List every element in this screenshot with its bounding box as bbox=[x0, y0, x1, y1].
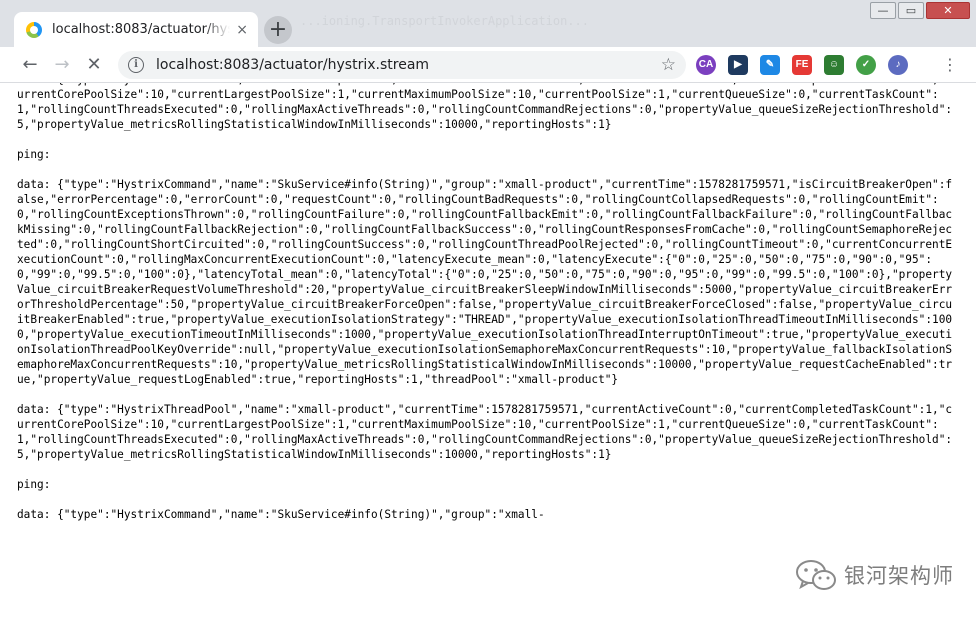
browser-toolbar: ← → ✕ i localhost:8083/actuator/hystrix.… bbox=[0, 47, 976, 83]
tab-title: localhost:8083/actuator/hystrix.stream bbox=[52, 22, 230, 37]
stream-data-line: data: {"type":"HystrixCommand","name":"S… bbox=[17, 178, 953, 386]
stop-loading-button[interactable]: ✕ bbox=[82, 53, 106, 77]
bookmark-extension-icon[interactable]: ▶ bbox=[728, 55, 748, 75]
fe-extension-icon[interactable]: FE bbox=[792, 55, 812, 75]
maximize-button[interactable]: ▭ bbox=[898, 2, 924, 19]
site-info-icon[interactable]: i bbox=[128, 57, 144, 73]
extensions-bar: CA ▶ ✎ FE ☺ ✓ ♪ bbox=[696, 55, 920, 75]
ping-line: ping: bbox=[17, 478, 51, 491]
translate-extension-icon[interactable]: ✎ bbox=[760, 55, 780, 75]
active-tab[interactable]: localhost:8083/actuator/hystrix.stream × bbox=[14, 12, 258, 47]
browser-menu-icon[interactable]: ⋮ bbox=[942, 54, 958, 76]
background-tab-ghost-text: ...ioning.TransportInvokerApplication... bbox=[300, 14, 589, 28]
tab-close-icon[interactable]: × bbox=[236, 23, 248, 37]
wechat-logo-icon bbox=[796, 560, 836, 590]
bookmark-star-icon[interactable]: ☆ bbox=[661, 55, 676, 75]
music-extension-icon[interactable]: ♪ bbox=[888, 55, 908, 75]
page-content: data: {"type":"HystrixThreadPool","name"… bbox=[0, 83, 976, 617]
back-button[interactable]: ← bbox=[18, 53, 42, 77]
url-text[interactable]: localhost:8083/actuator/hystrix.stream bbox=[156, 57, 429, 73]
ca-extension-icon[interactable]: CA bbox=[696, 55, 716, 75]
address-bar[interactable]: i localhost:8083/actuator/hystrix.stream… bbox=[118, 51, 686, 79]
window-controls: — ▭ ✕ bbox=[868, 2, 970, 19]
stream-data-line: data: {"type":"HystrixCommand","name":"S… bbox=[17, 508, 545, 521]
minimize-button[interactable]: — bbox=[870, 2, 896, 19]
stream-data-line: data: {"type":"HystrixThreadPool","name"… bbox=[17, 403, 953, 461]
stream-data-line: data: {"type":"HystrixThreadPool","name"… bbox=[17, 83, 953, 131]
favicon-icon bbox=[26, 21, 42, 38]
close-window-button[interactable]: ✕ bbox=[926, 2, 970, 19]
browser-title-bar: localhost:8083/actuator/hystrix.stream ×… bbox=[0, 0, 976, 47]
watermark-text: 银河架构师 bbox=[844, 564, 954, 588]
check-extension-icon[interactable]: ✓ bbox=[856, 55, 876, 75]
ping-line: ping: bbox=[17, 148, 51, 161]
hystrix-stream-output: data: {"type":"HystrixThreadPool","name"… bbox=[17, 83, 957, 537]
new-tab-button[interactable]: + bbox=[264, 16, 292, 44]
forward-button[interactable]: → bbox=[50, 53, 74, 77]
watermark: 银河架构师 bbox=[794, 557, 954, 593]
person-extension-icon[interactable]: ☺ bbox=[824, 55, 844, 75]
